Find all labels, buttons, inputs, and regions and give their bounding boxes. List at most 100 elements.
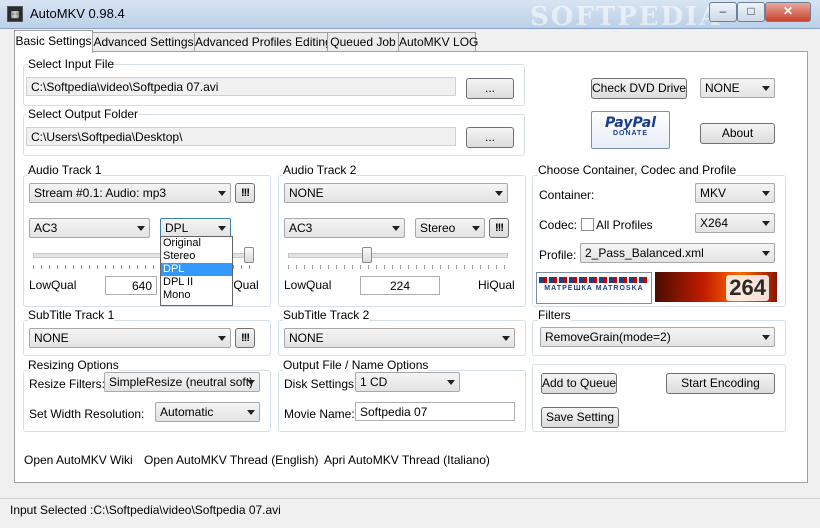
audio-2-stream-select[interactable]: NONE <box>284 183 508 203</box>
disk-settings-select[interactable]: 1 CD <box>355 372 460 392</box>
channel-dropdown-list[interactable]: Original Stereo DPL DPL II Mono <box>160 236 233 306</box>
matroska-stripe <box>539 277 649 283</box>
channel-option[interactable]: Mono <box>161 289 232 302</box>
audio-1-low-label: LowQual <box>29 278 77 292</box>
add-to-queue-button[interactable]: Add to Queue <box>541 373 617 394</box>
thread-english-link[interactable]: Open AutoMKV Thread (English) <box>144 453 319 467</box>
container-select[interactable]: MKV <box>695 183 775 203</box>
chevron-down-icon <box>247 380 255 385</box>
slider-thumb[interactable] <box>244 247 254 263</box>
audio-2-quality-slider[interactable] <box>288 245 508 265</box>
audio-2-stream-value: NONE <box>289 186 324 200</box>
tab-automkv-log[interactable]: AutoMKV LOG <box>398 32 478 52</box>
output-options-label: Output File / Name Options <box>283 358 429 372</box>
container-codec-label: Choose Container, Codec and Profile <box>538 163 737 177</box>
output-folder-field[interactable]: C:\Users\Softpedia\Desktop\ <box>26 127 456 146</box>
codec-label: Codec: <box>539 218 578 232</box>
channel-option[interactable]: Original <box>161 237 232 250</box>
about-button[interactable]: About <box>700 123 775 144</box>
audio-1-channel-select[interactable]: DPL <box>160 218 231 238</box>
audio-1-stream-select[interactable]: Stream #0.1: Audio: mp3 <box>29 183 231 203</box>
input-file-field[interactable]: C:\Softpedia\video\Softpedia 07.avi <box>26 77 456 96</box>
chevron-down-icon <box>762 251 770 256</box>
filters-select[interactable]: RemoveGrain(mode=2) <box>540 327 775 347</box>
chevron-down-icon <box>762 86 770 91</box>
x264-logo-text: 264 <box>726 275 769 301</box>
width-resolution-select[interactable]: Automatic <box>155 402 260 422</box>
title-bar[interactable]: ▦ AutoMKV 0.98.4 SOFTPEDIA – □ ✕ <box>0 0 820 32</box>
chevron-down-icon <box>472 226 480 231</box>
chevron-down-icon <box>247 410 255 415</box>
codec-value: X264 <box>700 216 729 230</box>
status-text: Input Selected :C:\Softpedia\video\Softp… <box>10 503 281 517</box>
audio-2-info-button[interactable]: !!! <box>489 218 509 238</box>
profile-label: Profile: <box>539 248 577 262</box>
maximize-icon: □ <box>747 4 755 18</box>
audio-2-codec-value: AC3 <box>289 221 313 235</box>
input-browse-button[interactable]: ... <box>466 78 514 99</box>
disk-settings-value: 1 CD <box>360 375 388 389</box>
minimize-icon: – <box>719 4 727 18</box>
input-file-label: Select Input File <box>28 57 115 71</box>
audio-2-bitrate-field[interactable]: 224 <box>360 276 440 295</box>
output-browse-button[interactable]: ... <box>466 127 514 148</box>
audio-1-codec-select[interactable]: AC3 <box>29 218 150 238</box>
resize-filters-value: SimpleResize (neutral soft) <box>109 375 254 389</box>
channel-option-selected[interactable]: DPL <box>161 263 232 276</box>
width-resolution-label: Set Width Resolution: <box>29 407 145 421</box>
save-setting-button[interactable]: Save Setting <box>541 407 619 428</box>
channel-option[interactable]: DPL II <box>161 276 232 289</box>
profile-select[interactable]: 2_Pass_Balanced.xml <box>580 243 775 263</box>
window-title: AutoMKV 0.98.4 <box>30 6 125 21</box>
audio-1-codec-value: AC3 <box>34 221 58 235</box>
subtitle-1-value: NONE <box>34 331 69 345</box>
tab-queued-job[interactable]: Queued Job <box>327 32 399 52</box>
container-label: Container: <box>539 188 595 202</box>
maximize-button[interactable]: □ <box>737 2 765 22</box>
thread-italian-link[interactable]: Apri AutoMKV Thread (Italiano) <box>324 453 490 467</box>
dvd-drive-select[interactable]: NONE <box>700 78 775 98</box>
subtitle-1-info-button[interactable]: !!! <box>235 328 255 348</box>
tab-advanced-profiles-editing[interactable]: Advanced Profiles Editing <box>194 32 332 52</box>
subtitle-1-select[interactable]: NONE <box>29 328 231 348</box>
paypal-donate-text: DONATE <box>612 130 649 137</box>
start-encoding-button[interactable]: Start Encoding <box>666 373 775 394</box>
audio-2-low-label: LowQual <box>284 278 332 292</box>
chevron-down-icon <box>218 226 226 231</box>
subtitle-2-select[interactable]: NONE <box>284 328 515 348</box>
dvd-drive-value: NONE <box>705 81 740 95</box>
tab-basic-settings[interactable]: Basic Settings <box>14 30 93 53</box>
paypal-donate-button[interactable]: PayPal DONATE <box>591 111 670 149</box>
movie-name-label: Movie Name: <box>284 407 355 421</box>
audio-2-channel-select[interactable]: Stereo <box>415 218 485 238</box>
check-dvd-drive-button[interactable]: Check DVD Drive <box>591 78 687 99</box>
status-bar: Input Selected :C:\Softpedia\video\Softp… <box>0 498 820 528</box>
resize-filters-label: Resize Filters: <box>29 377 106 391</box>
subtitle-1-label: SubTitle Track 1 <box>28 308 115 322</box>
all-profiles-checkbox[interactable] <box>581 218 594 231</box>
all-profiles-label: All Profiles <box>596 218 653 232</box>
profile-value: 2_Pass_Balanced.xml <box>585 246 704 260</box>
audio-track-2-label: Audio Track 2 <box>283 163 357 177</box>
audio-2-codec-select[interactable]: AC3 <box>284 218 405 238</box>
chevron-down-icon <box>447 380 455 385</box>
resize-filters-select[interactable]: SimpleResize (neutral soft) <box>104 372 260 392</box>
close-icon: ✕ <box>782 4 794 18</box>
minimize-button[interactable]: – <box>709 2 737 22</box>
chevron-down-icon <box>495 191 503 196</box>
movie-name-field[interactable]: Softpedia 07 <box>355 402 515 421</box>
audio-1-info-button[interactable]: !!! <box>235 183 255 203</box>
codec-select[interactable]: X264 <box>695 213 775 233</box>
tab-advanced-settings[interactable]: Advanced Settings <box>92 32 195 52</box>
channel-option[interactable]: Stereo <box>161 250 232 263</box>
matroska-logo: МАТРЁШКА MATROSKA <box>536 272 652 304</box>
audio-1-channel-value: DPL <box>165 221 189 235</box>
chevron-down-icon <box>762 221 770 226</box>
close-button[interactable]: ✕ <box>765 2 811 22</box>
audio-1-stream-value: Stream #0.1: Audio: mp3 <box>34 186 167 200</box>
watermark: SOFTPEDIA <box>530 2 722 32</box>
chevron-down-icon <box>218 336 226 341</box>
wiki-link[interactable]: Open AutoMKV Wiki <box>24 453 133 467</box>
slider-thumb[interactable] <box>362 247 372 263</box>
audio-1-bitrate-field[interactable]: 640 <box>105 276 157 295</box>
